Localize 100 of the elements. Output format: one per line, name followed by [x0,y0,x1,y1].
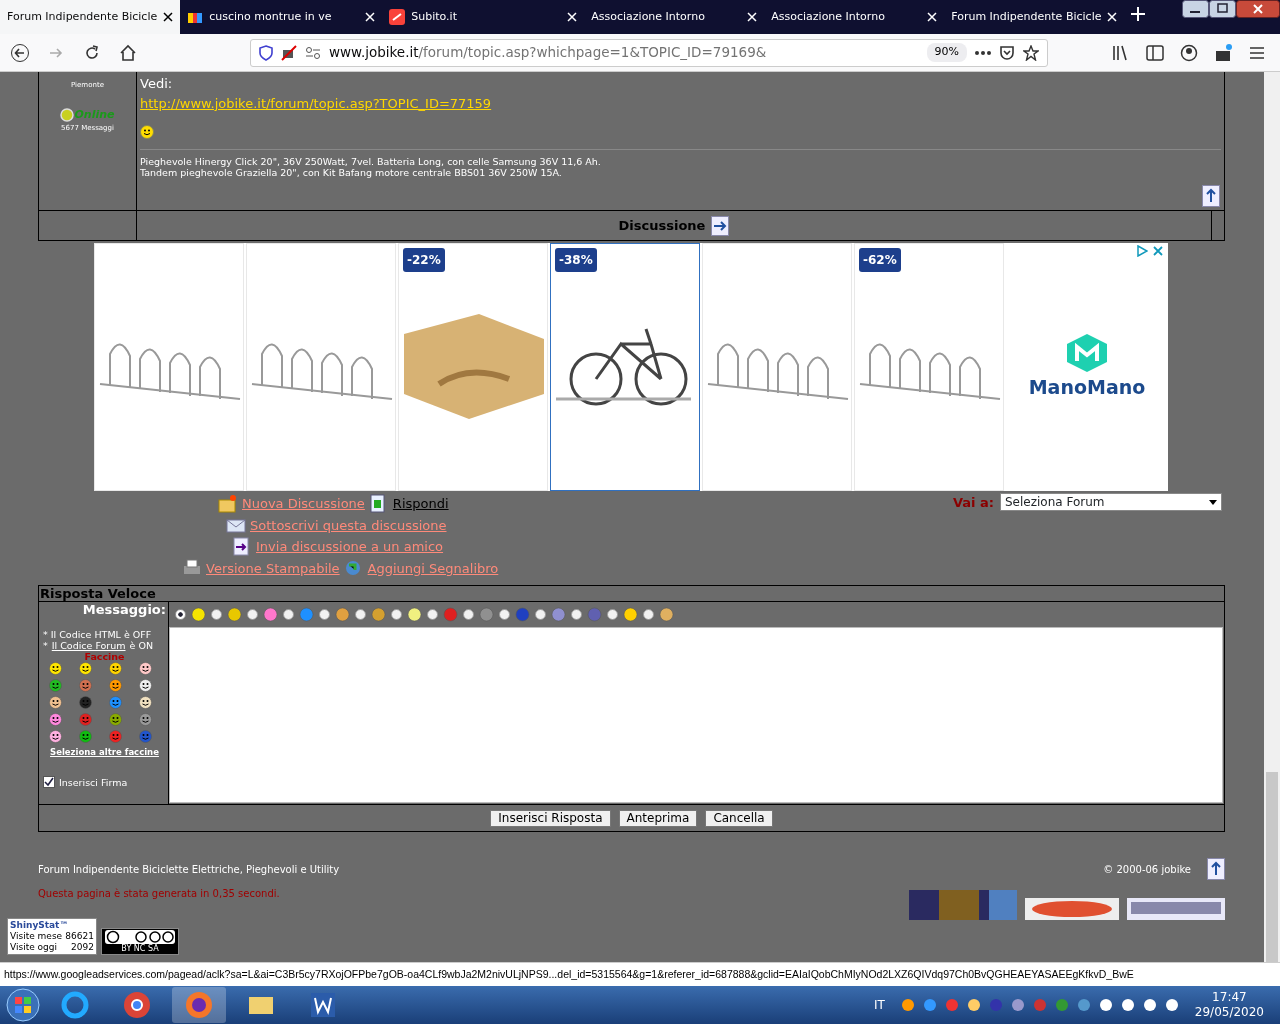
message-icon [335,606,350,622]
smiley-icon[interactable] [79,730,92,743]
banner-image[interactable] [909,890,1017,920]
sidebar-icon[interactable] [1146,43,1164,62]
section-title: Discussione [618,216,706,235]
code-note: * Il Codice HTML è OFF [43,629,153,640]
reload-icon [83,43,101,62]
smiley-icon[interactable] [109,679,122,692]
icon-radio[interactable] [607,608,618,620]
smiley-icon[interactable] [139,662,152,675]
smiley-icon[interactable] [139,696,152,709]
brand-name: ManoMano [1028,374,1146,400]
product-photo[interactable]: -38% [550,243,700,491]
chrome-icon [122,990,152,1020]
smiley-icon[interactable] [139,713,152,726]
product-photo[interactable] [702,243,852,491]
maximize-button[interactable] [1209,0,1236,18]
clock-date[interactable]: 29/05/2020 [1194,1005,1264,1020]
smiley-icon[interactable] [79,662,92,675]
browser-tab[interactable]: Associazione Intorno [764,0,945,34]
forum-link[interactable]: Rispondi [392,494,449,514]
start-button[interactable] [6,988,40,1022]
smiley-icon[interactable] [49,679,62,692]
smiley-icon[interactable] [109,696,122,709]
icon-radio[interactable] [319,608,330,620]
browser-tab[interactable]: Forum Indipendente Bicicle [944,0,1125,34]
library-icon[interactable] [1112,43,1130,62]
license-badge[interactable]: BY NC SA [101,928,179,955]
browser-tab[interactable]: Forum Indipendente Bicicle [0,0,181,34]
pocket-icon[interactable] [999,44,1015,61]
visit-counter[interactable]: ShinyStat™ Visite mese 86621 Visite oggi 2092 [7,918,97,955]
signature-checkbox[interactable] [43,776,55,788]
icon-radio[interactable] [571,608,582,620]
close-button[interactable] [1236,0,1280,18]
tray-icon[interactable] [966,998,981,1012]
smiley-icon[interactable] [49,696,62,709]
product-photo[interactable]: -22% [398,243,548,491]
browser-tab[interactable]: Subito.it [382,0,585,34]
form-button[interactable]: Inserisci Risposta [490,809,611,827]
icon-radio[interactable] [211,608,222,620]
smiley-icon[interactable] [49,662,62,675]
jump-label: Vai a: [952,494,994,512]
code-link[interactable]: Il Codice Forum [51,640,126,651]
message-icon [587,606,602,622]
license-text: BY NC SA [121,944,159,953]
more-smilies-link[interactable]: Seleziona altre faccine [43,747,166,758]
message-field[interactable] [169,627,1223,803]
icon-radio[interactable] [499,608,510,620]
zoom-level[interactable]: 90% [926,43,967,62]
smiley-icon[interactable] [109,713,122,726]
gift-icon[interactable] [1214,43,1232,62]
more-icon[interactable] [975,50,991,55]
icon-radio[interactable] [247,608,258,620]
product-photo[interactable] [94,243,244,491]
tray-icon[interactable] [1120,998,1135,1012]
clock-time[interactable]: 17:47 [1212,990,1247,1005]
note-text: * [43,640,48,651]
icon-radio[interactable] [283,608,294,620]
forum-select[interactable]: Seleziona Forum [1000,493,1222,511]
post-link[interactable]: http://www.jobike.it/forum/topic.asp?TOPIC_ID=77159 [140,93,492,113]
firefox-icon [184,990,214,1020]
product-photo[interactable] [246,243,396,491]
language-indicator[interactable]: IT [873,996,885,1014]
advertisement[interactable]: -22% -38% -62% ManoMano [94,243,1168,491]
icon-radio[interactable] [643,608,654,620]
back-to-top-icon[interactable] [1207,858,1225,880]
message-icon [227,606,242,622]
form-button[interactable]: Anteprima [618,809,698,827]
smiley-icon[interactable] [139,679,152,692]
arrow-page-icon[interactable] [711,215,730,236]
tray-icon[interactable] [900,998,915,1012]
smiley-icon[interactable] [49,730,62,743]
tray-icon[interactable] [1142,998,1157,1012]
product-photo[interactable]: -62% [854,243,1004,491]
minimize-button[interactable] [1182,0,1209,18]
icon-radio[interactable] [391,608,402,620]
banner-image[interactable] [1127,898,1225,920]
form-button[interactable]: Cancella [705,809,773,827]
message-icon [515,606,530,622]
account-icon[interactable] [1180,43,1198,62]
ad-info-icon[interactable] [1136,245,1148,257]
close-icon[interactable] [163,12,174,22]
smiley-icon[interactable] [49,713,62,726]
address-bar[interactable]: www.jobike.it/forum/topic.asp?whichpage=1&TOPIC_ID=79169& 90% [250,38,1048,67]
back-to-top-icon[interactable] [1202,185,1220,207]
tray-icon[interactable] [1098,998,1113,1012]
icon-radio[interactable] [355,608,366,620]
smiley-icon[interactable] [79,679,92,692]
icon-radio[interactable] [463,608,474,620]
browser-tab[interactable]: Associazione Intorno [584,0,765,34]
scrollbar[interactable] [1264,72,1280,962]
url-text: www.jobike.it/forum/topic.asp?whichpage=1&TOPIC_ID=79169& [329,43,767,63]
star-icon[interactable] [1023,44,1039,61]
browser-tab[interactable]: cuscino montrue in ve [180,0,383,34]
smiley-icon[interactable] [109,662,122,675]
banner-image[interactable] [1025,898,1119,920]
tray-icon[interactable] [1164,998,1179,1012]
icon-radio[interactable] [175,608,186,620]
icon-radio[interactable] [427,608,438,620]
icon-radio[interactable] [535,608,546,620]
